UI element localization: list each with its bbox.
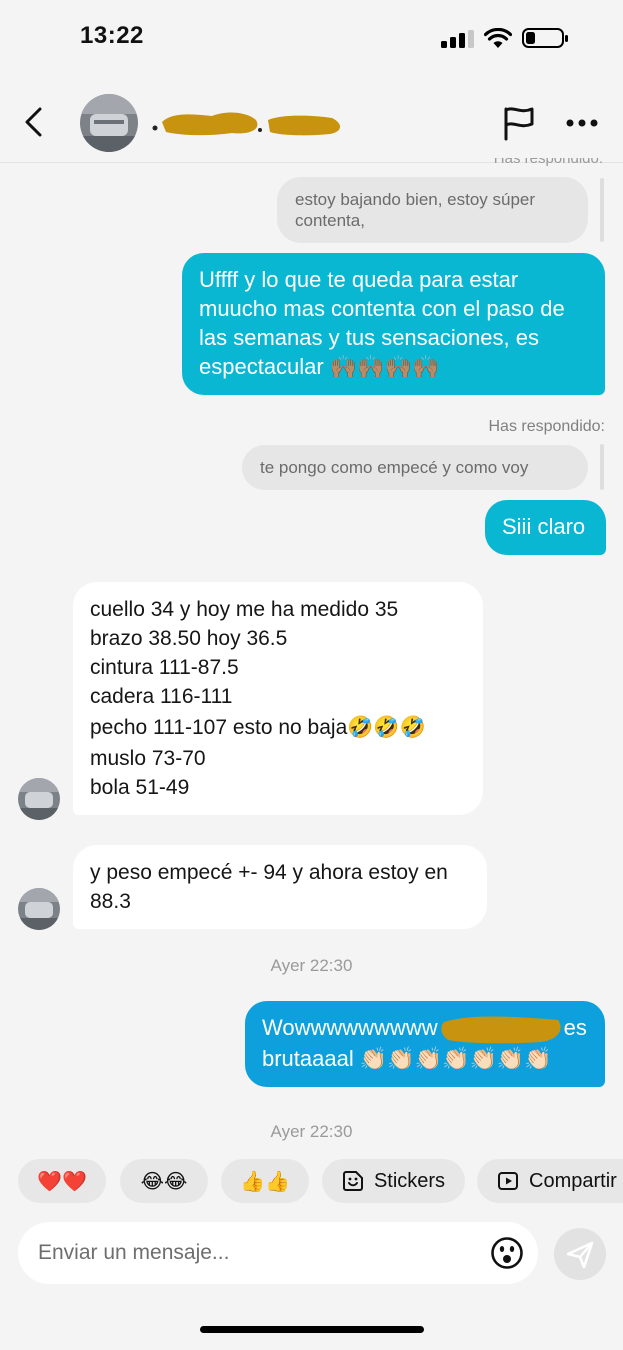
reply-label-faded: Has respondido: xyxy=(493,150,603,167)
message-text: Wowwwwwwwww xyxy=(262,1015,438,1040)
message-input[interactable] xyxy=(36,1236,480,1270)
outgoing-message[interactable]: Uffff y lo que te queda para estar muuch… xyxy=(182,253,605,395)
message-line: cintura 111-87.5 xyxy=(90,656,239,679)
outgoing-message[interactable]: Wowwwwwwwww es brutaaaal 👏🏻👏🏻👏🏻👏🏻👏🏻👏🏻👏🏻 xyxy=(245,1001,605,1088)
message-timestamp: Ayer 22:30 xyxy=(270,956,353,975)
emoji: 👏🏻👏🏻👏🏻👏🏻👏🏻👏🏻👏🏻 xyxy=(359,1046,552,1072)
quoted-message[interactable]: estoy bajando bien, estoy súper contenta… xyxy=(277,177,588,243)
message-line: muslo 73-70 xyxy=(90,747,206,770)
cellular-signal-icon xyxy=(441,30,474,48)
message-line: pecho 111-107 esto no baja🤣🤣🤣 xyxy=(90,716,426,739)
wifi-icon xyxy=(484,28,512,48)
quote-bar xyxy=(600,444,604,490)
chip-label: Compartir xyxy=(529,1169,617,1192)
home-indicator xyxy=(200,1326,424,1333)
contact-avatar[interactable] xyxy=(80,94,138,152)
message-line: cuello 34 y hoy me ha medido 35 xyxy=(90,598,399,621)
incoming-message[interactable]: y peso empecé +- 94 y ahora estoy en 88.… xyxy=(73,845,487,929)
quick-reply-laugh[interactable]: 😂😂 xyxy=(120,1159,208,1203)
flag-icon[interactable] xyxy=(500,104,538,142)
reply-label: Has respondido: xyxy=(488,418,605,435)
send-icon xyxy=(566,1241,594,1269)
sender-avatar[interactable] xyxy=(18,888,60,930)
quick-reply-thumbs[interactable]: 👍👍 xyxy=(221,1159,309,1203)
redaction-mark xyxy=(440,1016,561,1044)
stickers-button[interactable]: Stickers xyxy=(322,1159,465,1203)
emoji: 🙌🏽🙌🏽🙌🏽🙌🏽 xyxy=(329,354,440,379)
sender-avatar[interactable] xyxy=(18,778,60,820)
emoji-icon[interactable] xyxy=(490,1236,524,1270)
status-time: 13:22 xyxy=(80,22,144,49)
battery-icon xyxy=(522,28,568,48)
incoming-message[interactable]: cuello 34 y hoy me ha medido 35 brazo 38… xyxy=(73,582,483,815)
message-composer[interactable] xyxy=(18,1222,538,1284)
chip-label: Stickers xyxy=(373,1169,446,1192)
more-icon[interactable] xyxy=(565,118,599,128)
quick-reply-hearts[interactable]: ❤️❤️ xyxy=(18,1159,106,1203)
quote-bar xyxy=(600,178,604,242)
message-line: cadera 116-111 xyxy=(90,685,233,708)
send-button[interactable] xyxy=(554,1228,606,1280)
sticker-icon xyxy=(342,1171,363,1191)
quoted-message[interactable]: te pongo como empecé y como voy xyxy=(242,445,588,490)
message-timestamp: Ayer 22:30 xyxy=(270,1122,353,1141)
share-button[interactable]: Compartir xyxy=(477,1159,623,1203)
share-icon xyxy=(498,1172,518,1190)
outgoing-message[interactable]: Siii claro xyxy=(485,500,606,555)
back-icon[interactable] xyxy=(22,106,46,138)
message-line: bola 51-49 xyxy=(90,776,190,799)
message-line: brazo 38.50 hoy 36.5 xyxy=(90,627,288,650)
contact-name-redacted[interactable] xyxy=(152,108,342,138)
